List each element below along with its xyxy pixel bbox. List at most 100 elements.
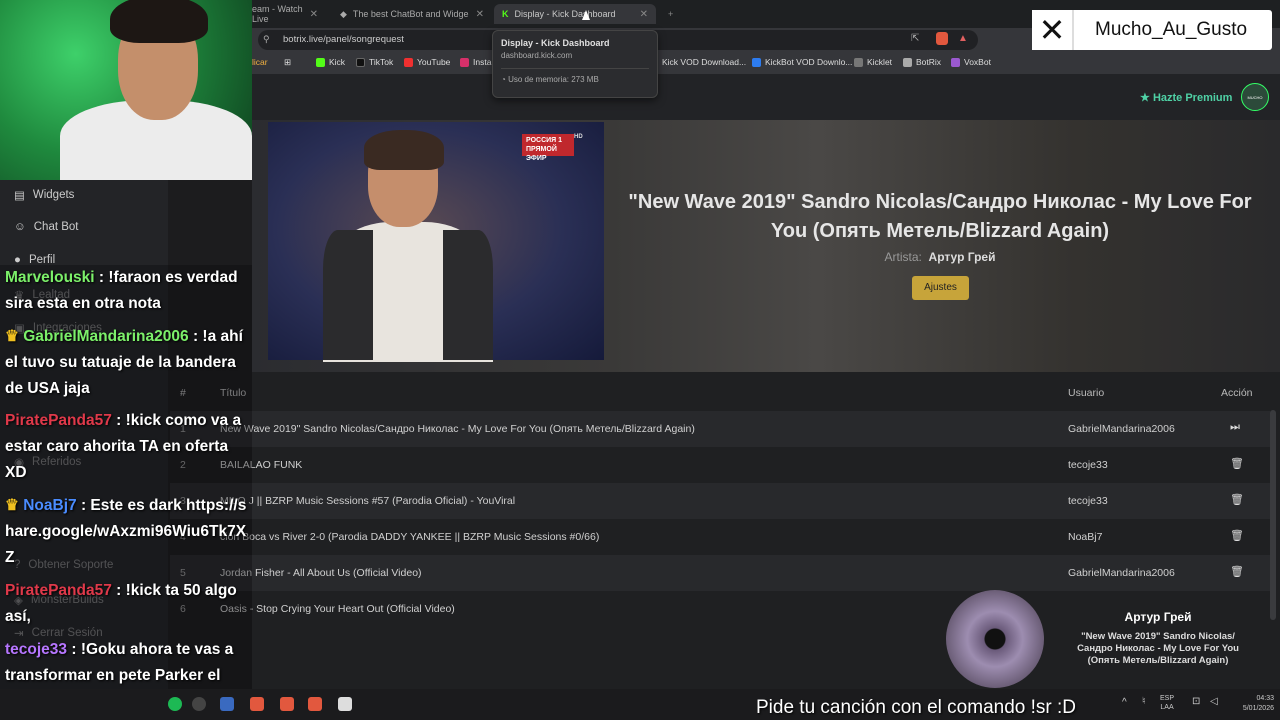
brave-icon[interactable] xyxy=(280,697,294,711)
tab-chatbot[interactable]: ◆ The best ChatBot and Widge ✕ xyxy=(332,4,492,24)
network-icon[interactable]: ⊡ xyxy=(1192,696,1200,707)
now-playing-widget: Артур Грей "New Wave 2019" Sandro Nicola… xyxy=(944,590,1280,688)
crown-icon: ♛ xyxy=(5,497,19,514)
tab-label: The best ChatBot and Widge xyxy=(352,9,469,19)
bookmark-label: Insta xyxy=(473,57,492,67)
command-overlay-text: Pide tu canción con el comando !sr :D xyxy=(756,697,1077,718)
mic-icon[interactable]: ♮ xyxy=(1142,696,1146,707)
memory-icon: ◔ xyxy=(501,75,506,84)
album-disc xyxy=(946,590,1044,688)
bookmark-label: VoxBot xyxy=(964,57,991,67)
bookmark-kicklet[interactable]: Kicklet xyxy=(854,57,892,67)
social-handle: Mucho_Au_Gusto xyxy=(1095,19,1248,40)
bookmark-youtube[interactable]: YouTube xyxy=(404,57,450,67)
chat-overlay: Marvelouski : !faraon es verdad sira est… xyxy=(0,265,252,720)
video-frame-vest xyxy=(323,230,373,360)
bookmark-botrix[interactable]: BotRix xyxy=(903,57,941,67)
lang-top: ESP xyxy=(1160,695,1175,702)
row-title: Oasis - Stop Crying Your Heart Out (Offi… xyxy=(220,603,455,615)
bookmark-label: Kick xyxy=(329,57,346,67)
artist-name: Артур Грей xyxy=(928,250,996,264)
settings-button[interactable]: Ajustes xyxy=(912,276,969,300)
trash-icon[interactable]: 🗑 xyxy=(1230,493,1244,507)
row-title: MILO J || BZRP Music Sessions #57 (Parod… xyxy=(220,495,516,507)
close-icon[interactable]: ✕ xyxy=(476,9,484,20)
sidebar-item-widgets[interactable]: ▤ Widgets xyxy=(14,188,74,202)
channel-logo: РОССИЯ 1 ПРЯМОЙ ЭФИР xyxy=(522,134,574,162)
volume-icon[interactable]: ◁ xyxy=(1210,696,1218,707)
premium-link[interactable]: ★ Hazte Premium xyxy=(1140,91,1232,104)
trash-icon[interactable]: 🗑 xyxy=(1230,529,1244,543)
chat-message: Marvelouski : !faraon es verdad sira est… xyxy=(5,265,250,317)
table-row: 2 BAILALAO FUNK tecoje33 🗑 xyxy=(170,447,1270,483)
site-info-icon[interactable]: ⚲ xyxy=(263,34,270,45)
brave-shield-icon[interactable] xyxy=(936,32,948,45)
app-icon[interactable] xyxy=(220,697,234,711)
chat-message: PiratePanda57 : !kick como va a estar ca… xyxy=(5,408,250,486)
tooltip-domain: dashboard.kick.com xyxy=(501,51,573,60)
video-player[interactable]: РОССИЯ 1 ПРЯМОЙ ЭФИР HD xyxy=(268,122,604,362)
star-icon: ★ xyxy=(1140,92,1150,104)
bookmark-label: Kicklet xyxy=(867,57,893,67)
x-logo-icon: ✕ xyxy=(1032,10,1074,50)
table-row: 5 Jordan Fisher - All About Us (Official … xyxy=(170,555,1270,591)
robot-icon: ☺ xyxy=(14,221,26,233)
chat-message: ♛ NoaBj7 : Este es dark https://share.go… xyxy=(5,493,250,571)
kickbot-icon xyxy=(752,57,761,67)
tab-watch-live[interactable]: eam - Watch Live ✕ xyxy=(244,4,326,24)
rewards-icon[interactable]: ▲ xyxy=(958,33,968,44)
obs-icon[interactable] xyxy=(192,697,206,711)
row-title: New Wave 2019" Sandro Nicolas/Сандро Ник… xyxy=(220,423,695,435)
skip-icon[interactable]: ⏭ xyxy=(1230,421,1242,435)
new-tab-button[interactable]: + xyxy=(660,4,680,24)
bookmark-instagram[interactable]: Insta xyxy=(460,57,491,67)
taskbar: ^ ♮ ESP LAA ⊡ ◁ 04:33 5/01/2026 xyxy=(0,689,1280,720)
bookmark-kick-vod[interactable]: Kick VOD Download... xyxy=(662,57,746,67)
brave-icon[interactable] xyxy=(308,697,322,711)
bookmark-label: licar xyxy=(252,57,268,67)
row-user: tecoje33 xyxy=(1068,495,1108,507)
bookmark-licar[interactable]: licar xyxy=(252,57,268,67)
channel-logo-live: ПРЯМОЙ ЭФИР xyxy=(526,146,557,162)
tab-label: Display - Kick Dashboard xyxy=(514,9,616,19)
chevron-up-icon[interactable]: ^ xyxy=(1122,697,1127,708)
trash-icon[interactable]: 🗑 xyxy=(1230,565,1244,579)
tiktok-icon xyxy=(356,57,365,67)
bookmark-voxbot[interactable]: VoxBot xyxy=(951,57,991,67)
scrollbar[interactable] xyxy=(1270,410,1276,620)
now-playing-title: "New Wave 2019" Sandro Nicolas/ Сандро Н… xyxy=(1077,631,1239,666)
bookmark-tiktok[interactable]: TikTok xyxy=(356,57,393,67)
row-user: GabrielMandarina2006 xyxy=(1068,423,1175,435)
close-icon[interactable]: ✕ xyxy=(640,9,648,20)
file-icon[interactable] xyxy=(338,697,352,711)
clock-date: 5/01/2026 xyxy=(1242,705,1274,712)
youtube-icon xyxy=(404,57,413,67)
share-icon[interactable]: ⇱ xyxy=(911,33,919,44)
channel-logo-name: РОССИЯ 1 xyxy=(526,137,563,144)
bookmark-label: Kick VOD Download... xyxy=(662,57,747,67)
avatar[interactable]: MUCHO GUSTO xyxy=(1241,83,1269,111)
bookmark-kick[interactable]: Kick xyxy=(316,57,345,67)
clock[interactable]: 04:33 5/01/2026 xyxy=(1224,694,1274,714)
spotify-icon[interactable] xyxy=(168,697,182,711)
trash-icon[interactable]: 🗑 xyxy=(1230,457,1244,471)
now-playing-artist: Артур Грей xyxy=(1124,610,1192,624)
sidebar-item-chatbot[interactable]: ☺ Chat Bot xyxy=(14,221,79,233)
chat-message: PiratePanda57 : !kick ta 50 algo así, xyxy=(5,578,250,630)
table-row: 4 ción Boca vs River 2-0 (Parodia DADDY Y… xyxy=(170,519,1270,555)
bookmark-kickbot-vod[interactable]: KickBot VOD Downlo... xyxy=(752,57,852,67)
chat-username: Marvelouski xyxy=(5,269,95,286)
artist-label: Artista: xyxy=(884,250,922,264)
song-title: "New Wave 2019" Sandro Nicolas/Сандро Ни… xyxy=(628,191,1252,242)
crown-icon: ♛ xyxy=(5,328,19,345)
premium-label: Hazte Premium xyxy=(1152,92,1233,104)
brave-icon[interactable] xyxy=(250,697,264,711)
apps-grid-icon[interactable]: ⊞ xyxy=(284,57,291,68)
tab-kick-dashboard[interactable]: K Display - Kick Dashboard ✕ xyxy=(494,4,656,24)
table-row: 3 MILO J || BZRP Music Sessions #57 (Paro… xyxy=(170,483,1270,519)
close-icon[interactable]: ✕ xyxy=(310,9,318,20)
url-text: botrix.live/panel/songrequest xyxy=(283,34,404,45)
video-frame-hair xyxy=(364,130,444,170)
language-indicator[interactable]: ESP LAA xyxy=(1160,694,1174,712)
voxbot-icon xyxy=(951,57,960,67)
